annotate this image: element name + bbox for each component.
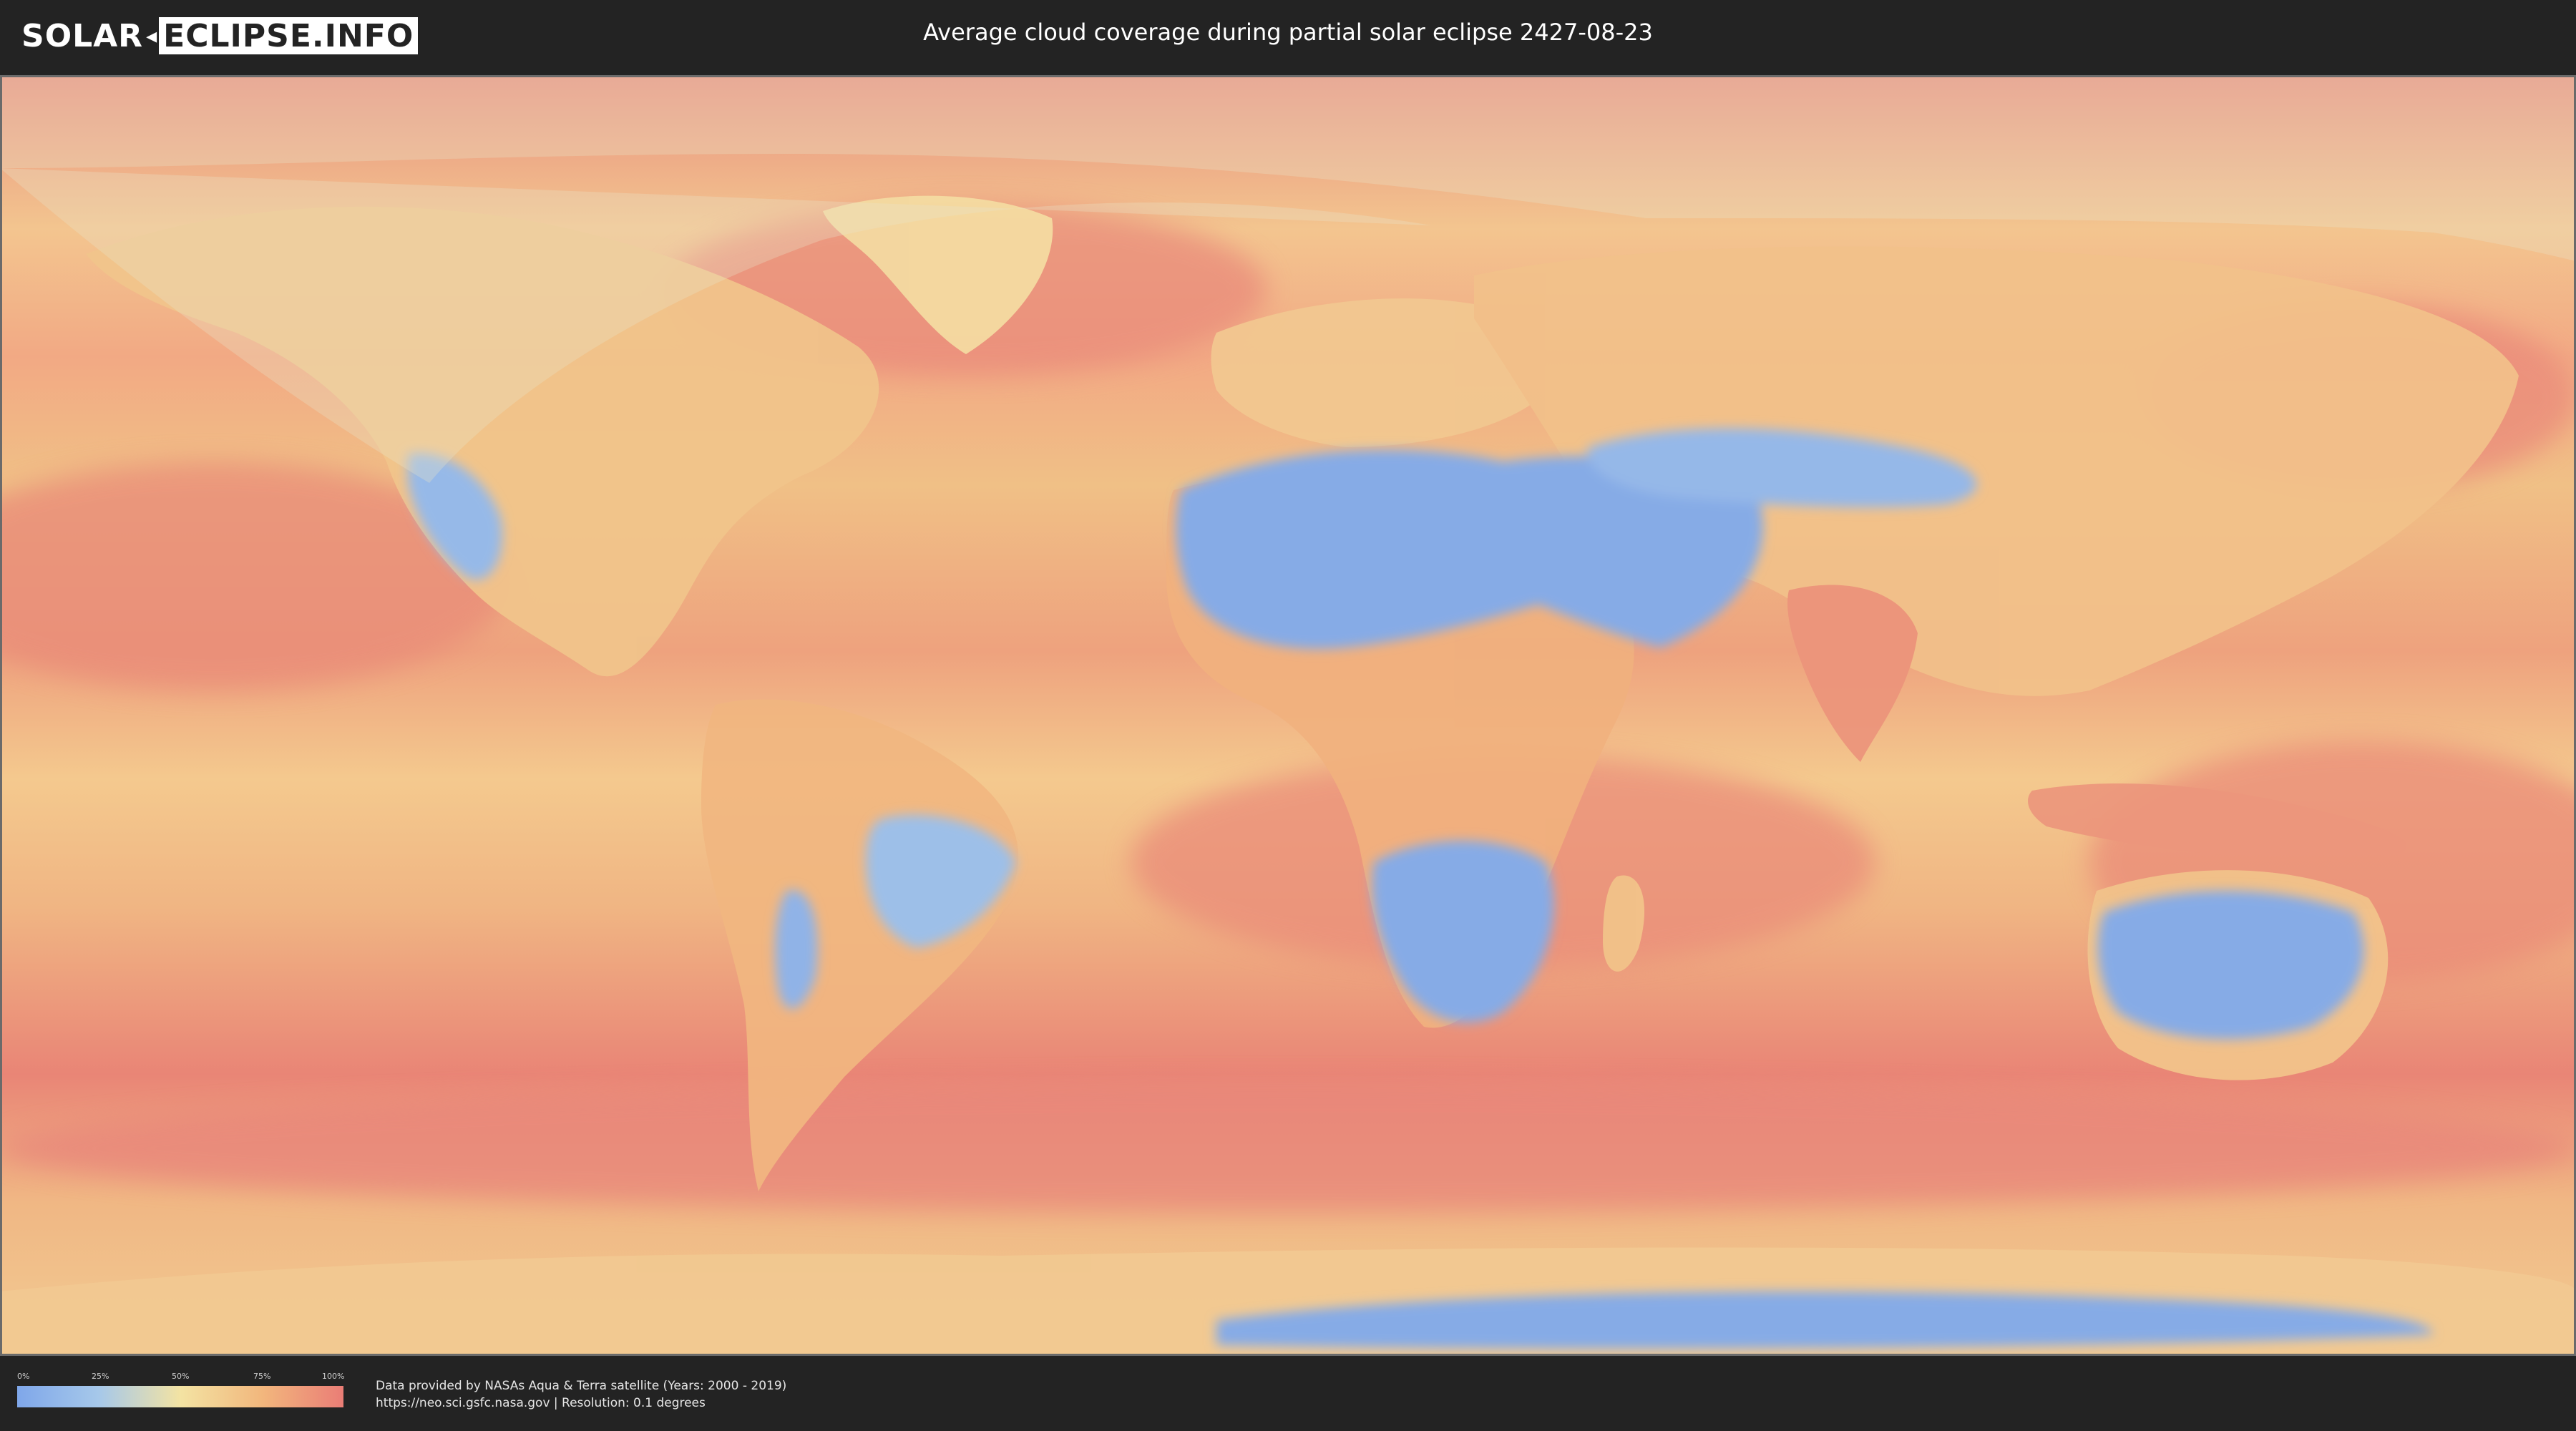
australia-clear <box>2097 891 2364 1040</box>
credits-line-1: Data provided by NASAs Aqua & Terra sate… <box>376 1379 787 1393</box>
data-credits: Data provided by NASAs Aqua & Terra sate… <box>376 1377 786 1412</box>
legend-tick-100: 100% <box>322 1372 345 1381</box>
page-title: Average cloud coverage during partial so… <box>923 19 1653 46</box>
header: SOLAR ◂ ECLIPSE.INFO Average cloud cover… <box>0 0 2576 72</box>
cloud-coverage-map[interactable] <box>0 75 2576 1356</box>
legend-tick-75: 75% <box>253 1372 271 1381</box>
legend-color-bar <box>17 1386 343 1407</box>
credits-line-2: https://neo.sci.gsfc.nasa.gov | Resoluti… <box>376 1396 706 1410</box>
legend-tick-25: 25% <box>92 1372 109 1381</box>
legend-ticks: 0% 25% 50% 75% 100% <box>17 1372 345 1383</box>
cloud-coverage-legend: 0% 25% 50% 75% 100% <box>17 1372 345 1407</box>
world-map-svg <box>0 75 2576 1356</box>
footer: 0% 25% 50% 75% 100% Data provided by NAS… <box>0 1356 2576 1431</box>
legend-tick-50: 50% <box>172 1372 190 1381</box>
legend-tick-0: 0% <box>17 1372 30 1381</box>
